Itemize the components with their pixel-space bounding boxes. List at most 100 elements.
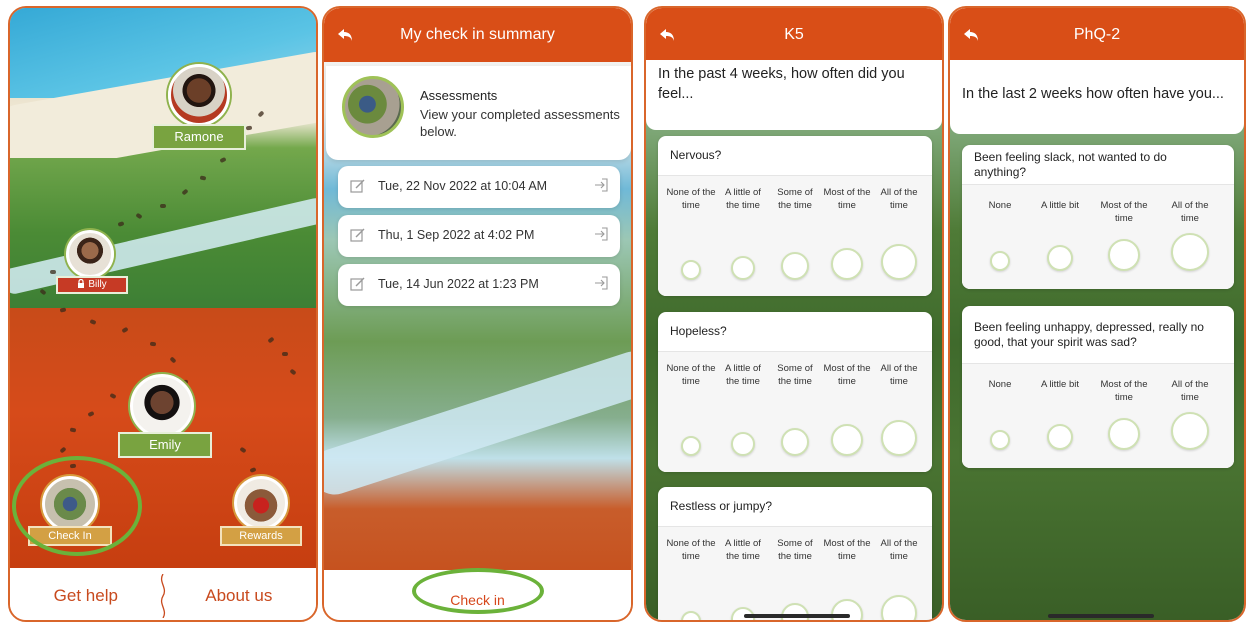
option-label: None of the time — [666, 363, 716, 387]
assessment-entry[interactable]: Thu, 1 Sep 2022 at 4:02 PM — [338, 215, 620, 257]
profile-avatar-emily[interactable] — [130, 374, 194, 438]
entry-date: Thu, 1 Sep 2022 at 4:02 PM — [378, 228, 535, 242]
answer-radio[interactable] — [831, 248, 863, 280]
answer-radio[interactable] — [781, 428, 809, 456]
checkin-summary-screen: My check in summary Assessments View you… — [322, 6, 633, 622]
answer-radio[interactable] — [781, 603, 809, 620]
option-label: Most of the time — [823, 538, 871, 562]
entry-date: Tue, 14 Jun 2022 at 1:23 PM — [378, 277, 539, 291]
back-arrow-icon[interactable] — [658, 26, 676, 44]
rewards-avatar[interactable] — [234, 476, 288, 530]
checkin-highlight — [12, 456, 142, 556]
home-screen: Ramone Billy Emily Check In Rewards Get … — [8, 6, 318, 622]
back-arrow-icon[interactable] — [962, 26, 980, 44]
option-label: Most of the time — [823, 187, 871, 211]
phq2-prompt-card: In the last 2 weeks how often have you..… — [950, 60, 1244, 134]
option-label: All of the time — [880, 363, 918, 387]
option-label: Most of the time — [1100, 379, 1148, 403]
option-label: None of the time — [666, 538, 716, 562]
answer-radio[interactable] — [731, 432, 755, 456]
answer-options: None of the time A little of the time Some… — [658, 527, 932, 620]
summary-title: My check in summary — [400, 26, 555, 43]
option-label: None of the time — [666, 187, 716, 211]
divider-squiggle — [160, 574, 166, 618]
answer-radio[interactable] — [731, 256, 755, 280]
phq2-question-card: Been feeling slack, not wanted to do any… — [962, 145, 1234, 289]
answer-radio[interactable] — [681, 611, 701, 620]
profile-label-ramone[interactable]: Ramone — [152, 124, 246, 150]
question-text: Been feeling slack, not wanted to do any… — [962, 145, 1234, 185]
phq2-question-card: Been feeling unhappy, depressed, really … — [962, 306, 1234, 468]
option-label: All of the time — [1171, 379, 1209, 403]
option-label: A little bit — [1040, 200, 1080, 211]
k5-prompt-card: In the past 4 weeks, how often did you f… — [646, 60, 942, 130]
answer-radio[interactable] — [881, 595, 917, 620]
billy-name: Billy — [88, 279, 107, 290]
assessments-card: Assessments View your completed assessme… — [326, 66, 631, 160]
question-text: Restless or jumpy? — [658, 487, 932, 527]
option-label: All of the time — [880, 538, 918, 562]
k5-header: K5 — [646, 8, 942, 62]
option-label: Some of the time — [777, 187, 813, 211]
answer-radio[interactable] — [1108, 418, 1140, 450]
footprint — [281, 351, 289, 357]
open-entry-icon — [595, 227, 608, 241]
profile-avatar-ramone[interactable] — [168, 64, 230, 126]
answer-options: None A little bit Most of the time All of t… — [962, 364, 1234, 468]
footprint — [159, 203, 167, 209]
answer-radio[interactable] — [1171, 233, 1209, 271]
question-text: Been feeling unhappy, depressed, really … — [962, 306, 1234, 364]
phq2-prompt: In the last 2 weeks how often have you..… — [962, 86, 1224, 102]
assessments-title: Assessments — [420, 88, 498, 103]
answer-options: None A little bit Most of the time All of t… — [962, 185, 1234, 289]
rewards-label[interactable]: Rewards — [220, 526, 302, 546]
open-entry-icon — [595, 178, 608, 192]
profile-label-emily[interactable]: Emily — [118, 432, 212, 458]
summary-header: My check in summary — [324, 8, 631, 62]
answer-radio[interactable] — [1108, 239, 1140, 271]
get-help-link[interactable]: Get help — [54, 586, 118, 606]
answer-radio[interactable] — [831, 424, 863, 456]
footprint — [149, 341, 157, 347]
answer-radio[interactable] — [831, 599, 863, 620]
phq2-screen: PhQ-2 In the last 2 weeks how often have… — [948, 6, 1246, 622]
answer-radio[interactable] — [881, 244, 917, 280]
answer-options: None of the time A little of the time Some… — [658, 176, 932, 296]
answer-radio[interactable] — [781, 252, 809, 280]
profile-label-billy[interactable]: Billy — [56, 276, 128, 294]
footprint — [49, 269, 57, 275]
open-entry-icon — [595, 276, 608, 290]
profile-avatar-billy[interactable] — [66, 230, 114, 278]
k5-question-card: Hopeless? None of the time A little of the… — [658, 312, 932, 472]
option-label: Most of the time — [1100, 200, 1148, 224]
answer-options: None of the time A little of the time Some… — [658, 352, 932, 472]
option-label: None — [988, 200, 1012, 211]
answer-radio[interactable] — [990, 430, 1010, 450]
option-label: A little bit — [1040, 379, 1080, 390]
answer-radio[interactable] — [990, 251, 1010, 271]
home-indicator[interactable] — [744, 614, 850, 618]
edit-icon — [350, 277, 365, 291]
phq2-title: PhQ-2 — [1073, 26, 1121, 43]
answer-radio[interactable] — [681, 436, 701, 456]
assessment-entry[interactable]: Tue, 14 Jun 2022 at 1:23 PM — [338, 264, 620, 306]
question-text: Nervous? — [658, 136, 932, 176]
home-indicator[interactable] — [1048, 614, 1154, 618]
back-arrow-icon[interactable] — [336, 26, 354, 44]
answer-radio[interactable] — [1047, 424, 1073, 450]
k5-question-card: Nervous? None of the time A little of the … — [658, 136, 932, 296]
checkin-button-highlight — [412, 568, 544, 614]
answer-radio[interactable] — [881, 420, 917, 456]
option-label: A little of the time — [725, 363, 761, 387]
option-label: Some of the time — [777, 538, 813, 562]
assessments-description: View your completed assessments below. — [420, 107, 620, 139]
option-label: All of the time — [1171, 200, 1209, 224]
assessment-entry[interactable]: Tue, 22 Nov 2022 at 10:04 AM — [338, 166, 620, 208]
answer-radio[interactable] — [1171, 412, 1209, 450]
answer-radio[interactable] — [1047, 245, 1073, 271]
option-label: Most of the time — [823, 363, 871, 387]
about-us-link[interactable]: About us — [205, 586, 272, 606]
phq2-header: PhQ-2 — [950, 8, 1244, 62]
answer-radio[interactable] — [681, 260, 701, 280]
k5-screen: K5 In the past 4 weeks, how often did yo… — [644, 6, 944, 622]
